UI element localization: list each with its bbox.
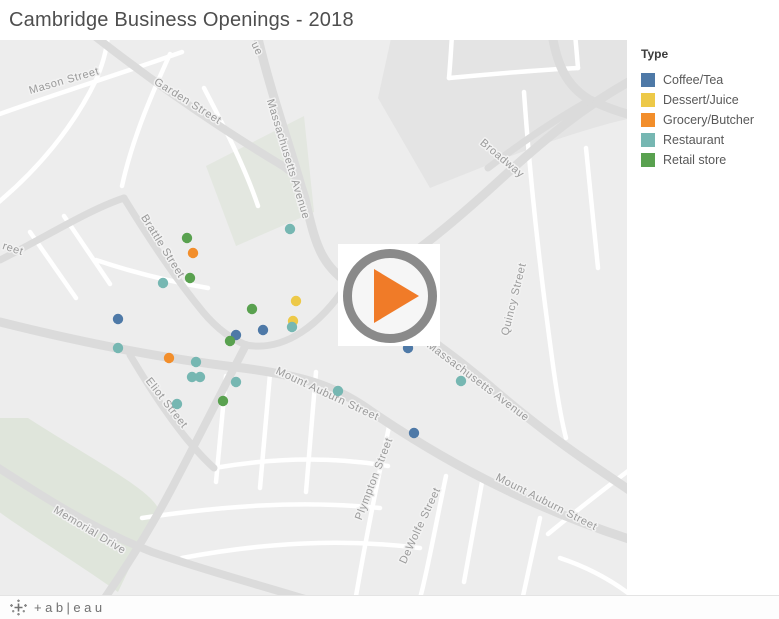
legend-item-label: Coffee/Tea: [663, 73, 724, 87]
map-point[interactable]: [187, 247, 199, 259]
legend-title: Type: [641, 47, 669, 61]
legend-item-label: Grocery/Butcher: [663, 113, 755, 127]
map-point[interactable]: [171, 398, 183, 410]
legend-item[interactable]: Retail store: [641, 150, 779, 170]
map-point[interactable]: [230, 376, 242, 388]
legend-swatch: [641, 133, 655, 147]
legend-item[interactable]: Restaurant: [641, 130, 779, 150]
street-label: Massachusetts Avenue: [424, 339, 531, 424]
tableau-logo[interactable]: +ab|eau: [10, 599, 106, 616]
map-point[interactable]: [290, 295, 302, 307]
legend: Type Coffee/Tea Dessert/Juice Grocery/Butc…: [627, 40, 779, 595]
map-point[interactable]: [257, 324, 269, 336]
footer: +ab|eau: [0, 595, 779, 619]
map-point[interactable]: [455, 375, 467, 387]
map-point[interactable]: [190, 356, 202, 368]
map-point[interactable]: [163, 352, 175, 364]
street-label: Mount Auburn Street: [274, 365, 381, 423]
map-point[interactable]: [157, 277, 169, 289]
map[interactable]: Mason Street Garden Street Massachusetts A…: [0, 40, 627, 595]
street-label: Brattle Street: [138, 212, 187, 280]
map-point[interactable]: [284, 223, 296, 235]
map-point[interactable]: [194, 371, 206, 383]
map-point[interactable]: [246, 303, 258, 315]
map-point[interactable]: [217, 395, 229, 407]
legend-swatch: [641, 113, 655, 127]
map-point[interactable]: [286, 321, 298, 333]
street-label: Quincy Street: [499, 262, 529, 337]
street-label: Eliot Street: [143, 375, 190, 430]
legend-item[interactable]: Grocery/Butcher: [641, 110, 779, 130]
legend-swatch: [641, 153, 655, 167]
legend-items: Coffee/Tea Dessert/Juice Grocery/Butcher Re…: [641, 70, 779, 170]
map-point[interactable]: [184, 272, 196, 284]
play-icon: [343, 249, 437, 343]
tableau-logo-text: +ab|eau: [34, 600, 106, 615]
map-point[interactable]: [408, 427, 420, 439]
play-button[interactable]: [338, 244, 440, 346]
legend-item[interactable]: Dessert/Juice: [641, 90, 779, 110]
legend-swatch: [641, 93, 655, 107]
legend-item[interactable]: Coffee/Tea: [641, 70, 779, 90]
tableau-logo-icon: [10, 599, 27, 616]
map-point[interactable]: [112, 313, 124, 325]
map-point[interactable]: [224, 335, 236, 347]
street-label: Mount Auburn Street: [494, 471, 600, 533]
legend-swatch: [641, 73, 655, 87]
map-point[interactable]: [112, 342, 124, 354]
legend-item-label: Retail store: [663, 153, 727, 167]
legend-item-label: Restaurant: [663, 133, 725, 147]
tableau-dashboard: Cambridge Business Openings - 2018 Mason…: [0, 0, 779, 619]
legend-item-label: Dessert/Juice: [663, 93, 739, 107]
map-point[interactable]: [332, 385, 344, 397]
page-title: Cambridge Business Openings - 2018: [9, 9, 354, 31]
map-point[interactable]: [181, 232, 193, 244]
map-parks: [0, 40, 627, 592]
